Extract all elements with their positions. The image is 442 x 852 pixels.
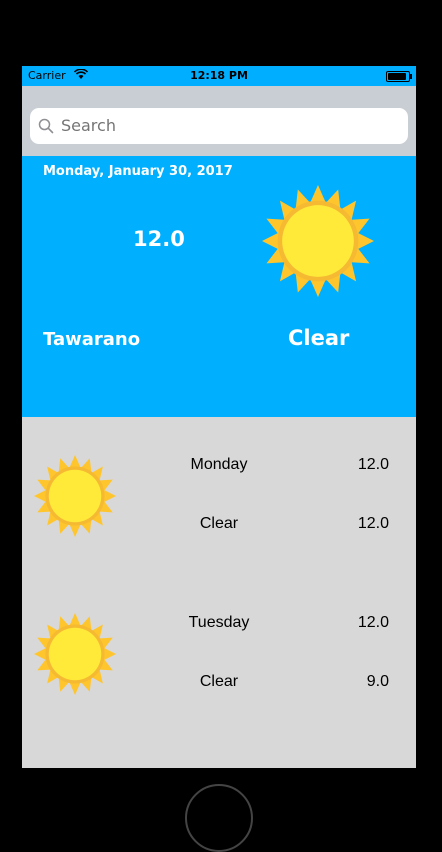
- current-temperature: 12.0: [133, 227, 185, 251]
- forecast-low: 9.0: [366, 673, 389, 690]
- sun-icon: [262, 185, 374, 297]
- forecast-condition: Clear: [199, 515, 239, 532]
- search-bar[interactable]: [30, 108, 408, 144]
- search-bar-container: [22, 86, 416, 156]
- forecast-day: Monday: [190, 456, 248, 473]
- forecast-high: 12.0: [357, 614, 389, 631]
- current-date: Monday, January 30, 2017: [43, 164, 233, 179]
- forecast-day: Tuesday: [188, 614, 250, 631]
- search-icon: [38, 118, 54, 134]
- phone-screen: Carrier 12:18 PM Monday, January 30, 201…: [22, 66, 416, 768]
- forecast-condition: Clear: [199, 673, 239, 690]
- city-name: Tawarano: [43, 329, 141, 350]
- forecast-row-monday[interactable]: Monday 12.0 Clear 12.0: [22, 417, 416, 575]
- search-input[interactable]: [61, 108, 391, 144]
- forecast-low: 12.0: [357, 515, 389, 532]
- forecast-high: 12.0: [357, 456, 389, 473]
- status-bar: Carrier 12:18 PM: [22, 66, 416, 86]
- sun-icon: [34, 455, 116, 537]
- status-time: 12:18 PM: [190, 69, 248, 82]
- forecast-row-tuesday[interactable]: Tuesday 12.0 Clear 9.0: [22, 575, 416, 733]
- battery-icon: [386, 71, 412, 82]
- current-weather-panel: Monday, January 30, 2017 12.0 Tawarano C…: [22, 156, 416, 417]
- current-condition: Clear: [288, 326, 350, 350]
- sun-icon: [34, 613, 116, 695]
- home-button[interactable]: [185, 784, 253, 852]
- forecast-list: Monday 12.0 Clear 12.0 Tuesday 12.0 Clea…: [22, 417, 416, 768]
